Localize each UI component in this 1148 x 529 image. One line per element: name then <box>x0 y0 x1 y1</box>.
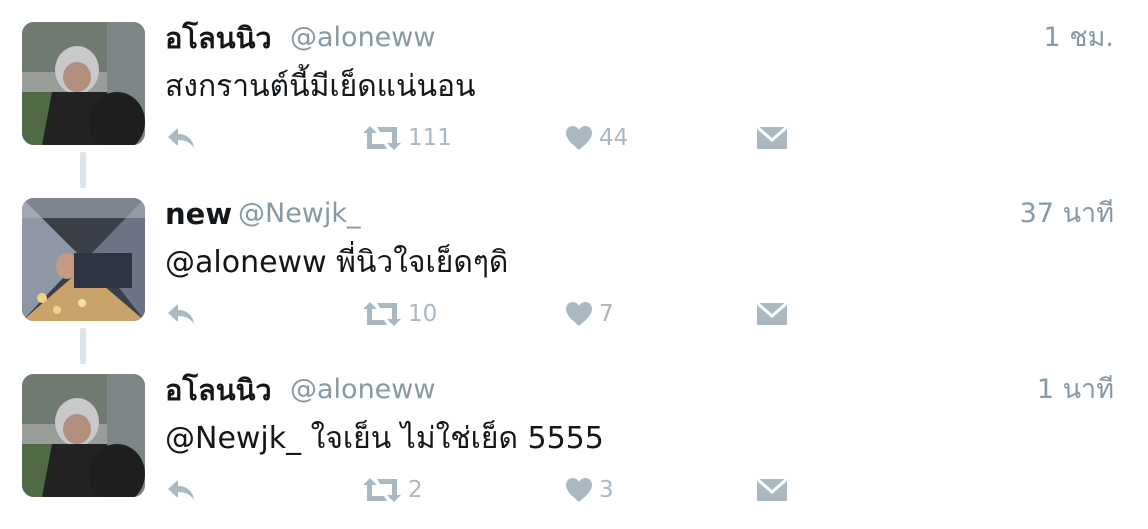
reply-button[interactable] <box>165 118 197 158</box>
avatar[interactable] <box>22 198 145 321</box>
retweet-button[interactable]: 111 <box>362 118 452 158</box>
timestamp[interactable]: 37 นาที <box>1020 196 1114 232</box>
retweet-icon <box>363 302 401 326</box>
heart-icon <box>566 478 592 502</box>
timestamp[interactable]: 1 นาที <box>1037 372 1114 408</box>
avatar[interactable] <box>22 374 145 497</box>
user-handle[interactable]: @Newjk_ <box>238 196 361 232</box>
direct-message-button[interactable] <box>755 294 789 334</box>
tweet[interactable]: อโลนนิว @aloneww 1 นาที @Newjk_ ใจเย็น ไ… <box>0 352 1148 512</box>
heart-icon <box>566 126 592 150</box>
retweet-icon <box>363 126 401 150</box>
display-name[interactable]: อโลนนิว <box>165 20 272 56</box>
reply-button[interactable] <box>165 470 197 510</box>
retweet-count: 111 <box>408 125 452 151</box>
retweet-count: 2 <box>408 477 423 503</box>
envelope-icon <box>756 301 788 325</box>
conversation-thread: อโลนนิว @aloneww 1 ชม. สงกรานต์นี้มีเย็ด… <box>0 0 1148 529</box>
tweet[interactable]: new @Newjk_ 37 นาที @aloneww พี่นิวใจเย็… <box>0 176 1148 336</box>
avatar-photo <box>22 374 145 497</box>
like-count: 3 <box>599 477 614 503</box>
user-handle[interactable]: @aloneww <box>290 20 435 56</box>
like-button[interactable]: 3 <box>565 470 614 510</box>
retweet-button[interactable]: 2 <box>362 470 423 510</box>
envelope-icon <box>756 125 788 149</box>
reply-icon <box>168 128 194 148</box>
like-count: 7 <box>599 301 614 327</box>
display-name[interactable]: อโลนนิว <box>165 372 272 408</box>
tweet-text: สงกรานต์นี้มีเย็ดแน่นอน <box>165 69 476 104</box>
reply-button[interactable] <box>165 294 197 334</box>
display-name[interactable]: new <box>165 196 232 232</box>
envelope-icon <box>756 477 788 501</box>
direct-message-button[interactable] <box>755 470 789 510</box>
like-count: 44 <box>599 125 629 151</box>
retweet-icon <box>363 478 401 502</box>
heart-icon <box>566 302 592 326</box>
like-button[interactable]: 7 <box>565 294 614 334</box>
timestamp[interactable]: 1 ชม. <box>1044 20 1114 56</box>
direct-message-button[interactable] <box>755 118 789 158</box>
retweet-count: 10 <box>408 301 438 327</box>
user-handle[interactable]: @aloneww <box>290 372 435 408</box>
reply-icon <box>168 304 194 324</box>
like-button[interactable]: 44 <box>565 118 628 158</box>
retweet-button[interactable]: 10 <box>362 294 437 334</box>
avatar-photo <box>22 198 145 321</box>
tweet-text: @Newjk_ ใจเย็น ไม่ใช่เย็ด 5555 <box>165 421 604 456</box>
tweet[interactable]: อโลนนิว @aloneww 1 ชม. สงกรานต์นี้มีเย็ด… <box>0 0 1148 160</box>
reply-icon <box>168 480 194 500</box>
avatar-photo <box>22 22 145 145</box>
avatar[interactable] <box>22 22 145 145</box>
tweet-text: @aloneww พี่นิวใจเย็ดๆดิ <box>165 245 509 280</box>
